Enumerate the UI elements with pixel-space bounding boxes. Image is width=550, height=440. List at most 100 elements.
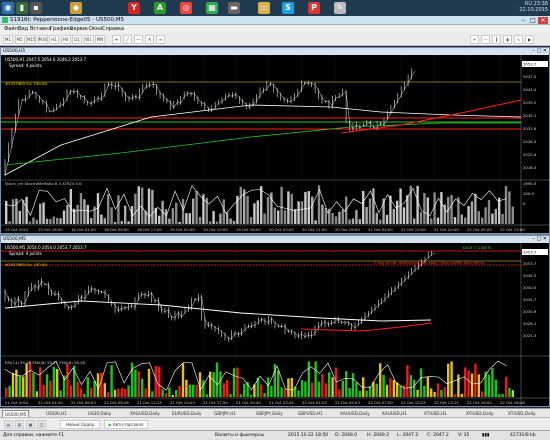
chart-window-title[interactable]: US500,M5 – □ ✕ <box>1 236 549 243</box>
terminal-icon[interactable]: ▥ <box>15 420 24 429</box>
timeframe-w1-button[interactable]: W1 <box>83 35 94 44</box>
timeframe-h1-button[interactable]: H1 <box>49 35 59 44</box>
chart-tab[interactable]: GBPJPY,Daily <box>254 410 285 417</box>
indicator-histogram-bar <box>59 218 62 224</box>
chart-tab[interactable]: XTIUSD,Daily <box>464 410 495 417</box>
indicator-histogram-bar <box>124 205 127 224</box>
zoom-in-icon[interactable]: + <box>470 35 479 44</box>
menu-tools[interactable]: Сервис <box>70 26 89 32</box>
navigator-icon[interactable]: ▤ <box>4 420 13 429</box>
maximize-button[interactable]: □ <box>528 17 538 24</box>
indicator-histogram-bar <box>164 392 168 397</box>
mt4-icon[interactable]: ▮ <box>16 2 28 14</box>
indicator-histogram-bar <box>253 203 256 224</box>
minimize-button[interactable]: – <box>518 17 528 24</box>
indicator-histogram-bar <box>464 217 467 224</box>
close-button[interactable]: ✕ <box>538 17 548 24</box>
line-tool-icon[interactable]: ╱ <box>123 35 132 44</box>
zoom-out-icon[interactable]: − <box>481 35 490 44</box>
auto-trading-button[interactable]: ▶ Авто-торговля <box>104 420 148 429</box>
chart-tab[interactable]: XTIUSD,H1 <box>422 410 449 417</box>
indicator-histogram-bar <box>321 374 324 397</box>
indicator-histogram-bar <box>181 198 185 224</box>
autoscroll-icon[interactable]: ▶ <box>525 35 534 44</box>
indicator-histogram-bar <box>124 388 127 397</box>
chart-tab[interactable]: GBPJPY,H1 <box>212 410 238 417</box>
tester-icon[interactable]: ▦ <box>26 420 35 429</box>
timeframe-m5-button[interactable]: M5 <box>14 35 25 44</box>
indicator-histogram-bar <box>311 196 314 224</box>
indicator-line <box>4 360 507 391</box>
chart-window-controls[interactable]: – □ ✕ <box>532 236 547 243</box>
indicator-histogram-bar <box>481 217 484 224</box>
time-axis-label: 21 Oct 23:45 <box>269 400 294 405</box>
chart-tab[interactable]: US500,M5 <box>2 410 30 417</box>
hline-tool-icon[interactable]: ― <box>134 35 143 44</box>
terminal-icon[interactable]: ▬ <box>228 2 240 14</box>
crosshair-tool-icon[interactable]: ✛ <box>112 35 121 44</box>
chart-tab[interactable]: XTIUSD,Daily <box>506 410 537 417</box>
indicator-histogram-bar <box>107 392 110 397</box>
chart-tab[interactable]: XAGUSD,Daily <box>128 410 162 417</box>
chart-window-m5[interactable]: US500,M5 – □ ✕ 2055.42053.72045.32040.52… <box>0 235 550 407</box>
chart-tab[interactable]: US500,H1 <box>44 410 69 417</box>
new-order-button[interactable]: Новый Ордер <box>60 420 100 429</box>
indicator-histogram-bar <box>25 196 28 224</box>
yandex-icon[interactable]: Y <box>128 2 140 14</box>
app-icon-2[interactable]: ▪ <box>30 2 42 14</box>
indicator-histogram-bar <box>277 210 280 224</box>
menu-file[interactable]: Файл <box>4 26 18 32</box>
h1-indicator-label: Stoch_cm StochWithRatio 8 3 ATR24 5.6 <box>5 181 82 186</box>
indicator-histogram-bar <box>440 389 443 397</box>
timeframe-m1-button[interactable]: M1 <box>3 35 13 44</box>
h1-chart-canvas[interactable]: 2051.72047.52043.42039.22035.12031.62026… <box>1 55 549 233</box>
price-axis-label: 2021.3 <box>523 333 537 338</box>
indicator-histogram-bar <box>144 388 147 397</box>
market-watch-icon[interactable]: ◫ <box>37 420 46 429</box>
notepad-icon[interactable]: ✎ <box>334 2 346 14</box>
indicator-histogram-bar <box>260 186 263 224</box>
chrome-icon[interactable]: ◎ <box>180 2 192 14</box>
folder-icon[interactable]: ▭ <box>258 2 270 14</box>
status-profile[interactable]: Валюты и фьючерсы <box>215 433 264 438</box>
browser-icon[interactable]: ◆ <box>70 2 82 14</box>
chart-window-title[interactable]: US500,H1 – □ ✕ <box>1 48 549 55</box>
start-orb-icon[interactable]: ◉ <box>2 2 14 14</box>
indicator-histogram-bar <box>52 216 55 224</box>
menu-help[interactable]: Справка <box>102 26 124 32</box>
timeframe-m15-button[interactable]: M15 <box>26 35 36 44</box>
timeframe-m30-button[interactable]: M30 <box>37 35 48 44</box>
fibo-tool-icon[interactable]: ≡ <box>156 35 165 44</box>
timeframe-d1-button[interactable]: D1 <box>72 35 82 44</box>
text-tool-icon[interactable]: A <box>145 35 154 44</box>
menu-insert[interactable]: Вставка <box>30 26 51 32</box>
time-axis-label: 21 Oct 20:40 <box>236 400 261 405</box>
menu-window[interactable]: Окно <box>89 26 102 32</box>
indicator-histogram-bar <box>467 206 470 224</box>
candle-chart-icon[interactable]: ▮ <box>503 35 512 44</box>
chart-tab[interactable]: US30,Daily <box>86 410 113 417</box>
skype-icon[interactable]: S <box>282 2 294 14</box>
m5-chart-canvas[interactable]: 2055.42053.72045.32040.52035.72030.92026… <box>1 243 549 406</box>
chart-tab[interactable]: XAUUSD,H1 <box>380 410 409 417</box>
indicator-histogram-bar <box>171 207 174 224</box>
grid-icon[interactable]: ▦ <box>206 2 218 14</box>
timeframe-h4-button[interactable]: H4 <box>60 35 71 44</box>
time-axis-label: 16 Oct 17:00 <box>137 227 162 232</box>
indicator-histogram-bar <box>382 375 385 397</box>
indicator-histogram-bar <box>256 200 259 224</box>
chart-window-h1[interactable]: US500,H1 – □ ✕ 2051.72047.52043.42039.22… <box>0 47 550 234</box>
chart-tab[interactable]: EURUSD,Daily <box>170 410 204 417</box>
indicator-histogram-bar <box>423 385 426 397</box>
indicator-histogram-bar <box>487 374 491 397</box>
p-icon[interactable]: P <box>308 2 320 14</box>
line-chart-icon[interactable]: ∿ <box>514 35 523 44</box>
chart-window-controls[interactable]: – □ ✕ <box>532 48 547 55</box>
chart-tab[interactable]: XAUUSD,Daily <box>338 410 372 417</box>
menu-view[interactable]: Вид <box>18 26 28 32</box>
timeframe-mn-button[interactable]: MN <box>95 35 105 44</box>
chart-tab[interactable]: GBPUSD,H1 <box>296 410 325 417</box>
bar-chart-icon[interactable]: ┃ <box>492 35 501 44</box>
green-a-icon[interactable]: A <box>154 2 166 14</box>
indicator-histogram-bar <box>212 372 215 397</box>
